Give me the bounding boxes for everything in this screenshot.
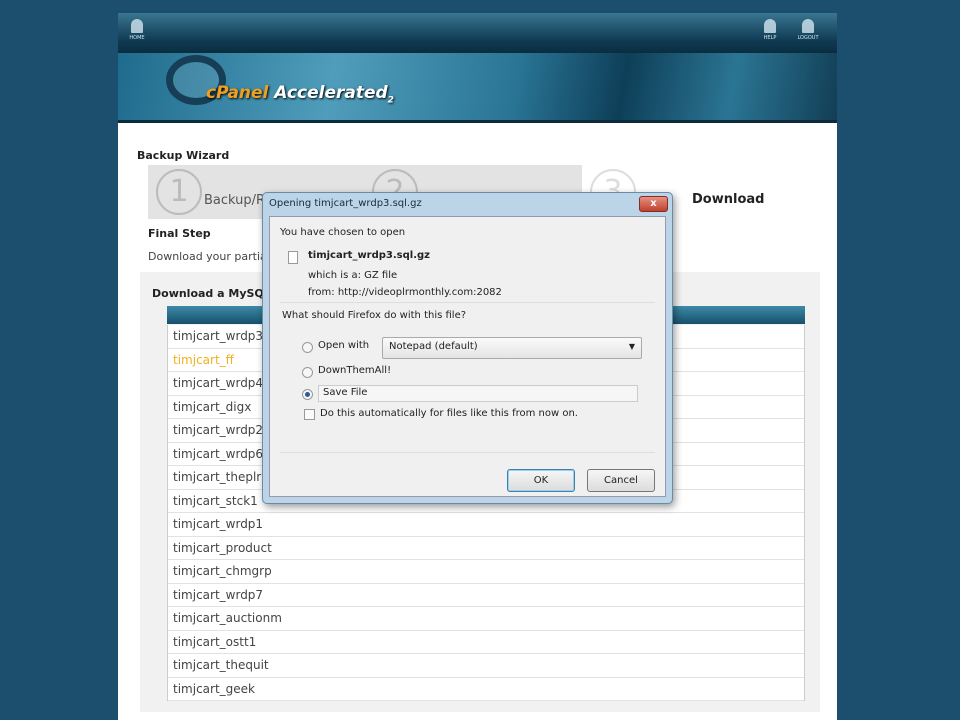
help-button[interactable]: HELP [755,19,785,41]
help-icon [764,19,776,33]
page-title: Backup Wizard [137,149,230,162]
database-row[interactable]: timjcart_ostt1 [168,631,804,654]
intro-text: You have chosen to open [280,227,406,238]
cancel-button[interactable]: Cancel [587,469,655,492]
database-row[interactable]: timjcart_wrdp7 [168,584,804,607]
database-row[interactable]: timjcart_wrdp1 [168,513,804,537]
file-icon [288,251,298,264]
open-file-dialog: Opening timjcart_wrdp3.sql.gz x You have… [262,192,673,504]
database-row[interactable]: timjcart_geek [168,678,804,701]
auto-label[interactable]: Do this automatically for files like thi… [320,408,578,419]
save-file-radio[interactable] [302,389,313,400]
home-icon [131,19,143,33]
database-row[interactable]: timjcart_auctionm [168,607,804,631]
chevron-down-icon: ▼ [628,342,635,351]
final-step-title: Final Step [148,227,211,240]
close-button[interactable]: x [639,196,668,212]
database-row[interactable]: timjcart_product [168,537,804,560]
save-file-label[interactable]: Save File [318,385,638,402]
banner: cPanel Accelerated2 [118,53,837,123]
home-button[interactable]: HOME [122,19,152,41]
downthemall-label[interactable]: DownThemAll! [318,365,391,376]
logo-text: cPanel Accelerated2 [206,83,394,106]
downthemall-radio[interactable] [302,367,313,378]
file-source: from: http://videoplrmonthly.com:2082 [308,287,502,298]
top-nav-bar: HOME HELP LOGOUT [118,13,837,53]
logout-icon [802,19,814,33]
auto-checkbox[interactable] [304,409,315,420]
open-with-label[interactable]: Open with [318,340,369,351]
ok-button[interactable]: OK [507,469,575,492]
application-select[interactable]: Notepad (default) ▼ [382,337,642,359]
file-type: which is a: GZ file [308,270,398,281]
database-row[interactable]: timjcart_thequit [168,654,804,678]
logout-button[interactable]: LOGOUT [793,19,823,41]
database-row[interactable]: timjcart_chmgrp [168,560,804,584]
file-name: timjcart_wrdp3.sql.gz [308,250,431,261]
dialog-title: Opening timjcart_wrdp3.sql.gz [269,198,422,209]
open-with-radio[interactable] [302,342,313,353]
question-text: What should Firefox do with this file? [282,310,467,321]
